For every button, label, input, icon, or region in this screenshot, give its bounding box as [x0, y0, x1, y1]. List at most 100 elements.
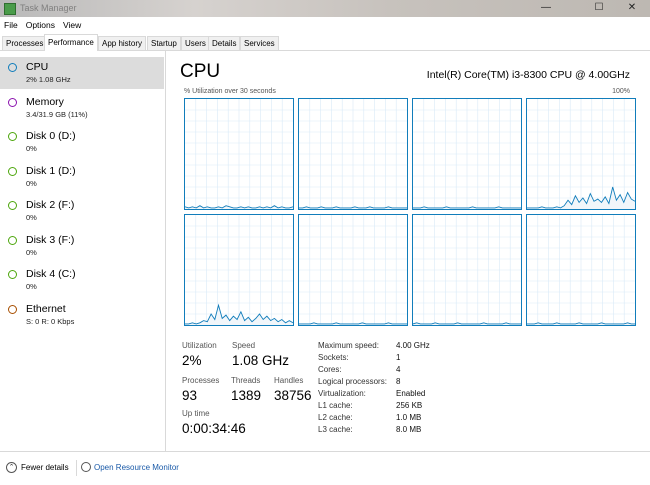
cpu-core-graph-svg — [299, 99, 407, 209]
sidebar-item-label: Disk 2 (F:) — [26, 199, 75, 211]
cpu-core-graph-svg — [413, 215, 521, 325]
cpu-core-graph-svg — [413, 99, 521, 209]
graph-caption: % Utilization over 30 seconds — [184, 88, 276, 95]
sidebar-item-label: CPU — [26, 61, 49, 73]
tab-services[interactable]: Services — [240, 36, 279, 50]
sidebar-item-value: 2% 1.08 GHz — [26, 75, 71, 84]
sidebar-item-value: 0% — [26, 248, 37, 257]
l2-cache-label: L2 cache: — [318, 413, 353, 422]
sidebar-item-disk-1[interactable]: Disk 1 (D:) 0% — [0, 161, 164, 193]
sidebar-item-disk-3[interactable]: Disk 3 (F:) 0% — [0, 230, 164, 262]
max-speed-label: Maximum speed: — [318, 341, 379, 350]
virtualization-value: Enabled — [396, 389, 426, 398]
window-title: Task Manager — [20, 3, 77, 13]
minimize-button[interactable]: — — [531, 0, 561, 17]
uptime-value: 0:00:34:46 — [182, 421, 246, 436]
handles-label: Handles — [274, 376, 304, 385]
sidebar-item-label: Ethernet — [26, 303, 66, 315]
resource-sidebar: CPU 2% 1.08 GHz Memory 3.4/31.9 GB (11%)… — [0, 51, 166, 451]
tab-details[interactable]: Details — [208, 36, 241, 50]
sockets-label: Sockets: — [318, 353, 349, 362]
menu-view[interactable]: View — [59, 17, 85, 30]
chevron-up-icon[interactable]: ⌃ — [6, 462, 17, 473]
uptime-label: Up time — [182, 409, 210, 418]
sidebar-item-cpu[interactable]: CPU 2% 1.08 GHz — [0, 57, 164, 89]
cores-label: Cores: — [318, 365, 342, 374]
cpu-core-graph-6 — [412, 214, 522, 326]
page-title: CPU — [180, 61, 221, 82]
cpu-core-graph-svg — [527, 215, 635, 325]
cpu-core-graph-svg — [185, 99, 293, 209]
logical-processors-value: 8 — [396, 377, 401, 386]
utilization-value: 2% — [182, 353, 202, 368]
logical-processors-label: Logical processors: — [318, 377, 387, 386]
graph-max-label: 100% — [612, 88, 630, 95]
disk-circle-icon — [8, 167, 17, 176]
threads-value: 1389 — [231, 388, 262, 403]
processes-label: Processes — [182, 376, 220, 385]
max-speed-value: 4.00 GHz — [396, 341, 430, 350]
cpu-core-graph-svg — [527, 99, 635, 209]
sidebar-item-label: Disk 0 (D:) — [26, 130, 76, 142]
tab-performance[interactable]: Performance — [44, 34, 98, 51]
l2-cache-value: 1.0 MB — [396, 413, 422, 422]
sidebar-item-value: 0% — [26, 282, 37, 291]
cores-value: 4 — [396, 365, 401, 374]
footer-bar: ⌃ Fewer details Open Resource Monitor — [0, 451, 650, 485]
sidebar-item-disk-4[interactable]: Disk 4 (C:) 0% — [0, 264, 164, 296]
utilization-line — [527, 322, 635, 325]
resource-monitor-icon — [81, 462, 91, 472]
sidebar-item-ethernet[interactable]: Ethernet S: 0 R: 0 Kbps — [0, 299, 164, 331]
tab-startup[interactable]: Startup — [147, 36, 181, 50]
cpu-core-graph-svg — [185, 215, 293, 325]
cpu-core-graph-3 — [526, 98, 636, 210]
cpu-core-graph-7 — [526, 214, 636, 326]
disk-circle-icon — [8, 270, 17, 279]
menu-file[interactable]: File — [0, 17, 22, 30]
sidebar-item-value: S: 0 R: 0 Kbps — [26, 317, 75, 326]
cpu-detail-panel: CPU Intel(R) Core(TM) i3-8300 CPU @ 4.00… — [166, 51, 650, 451]
sidebar-item-value: 0% — [26, 179, 37, 188]
menu-options[interactable]: Options — [22, 17, 59, 30]
footer-divider — [76, 460, 77, 476]
cpu-core-graph-1 — [298, 98, 408, 210]
disk-circle-icon — [8, 132, 17, 141]
utilization-line — [299, 206, 407, 209]
tab-processes[interactable]: Processes — [2, 36, 48, 50]
title-bar: Task Manager — ☐ ✕ — [0, 0, 650, 17]
sidebar-item-memory[interactable]: Memory 3.4/31.9 GB (11%) — [0, 92, 164, 124]
l1-cache-label: L1 cache: — [318, 401, 353, 410]
ethernet-circle-icon — [8, 305, 17, 314]
tab-bar: Processes Performance App history Startu… — [0, 34, 650, 51]
cpu-core-graph-5 — [298, 214, 408, 326]
cpu-model-name: Intel(R) Core(TM) i3-8300 CPU @ 4.00GHz — [426, 69, 630, 81]
l3-cache-label: L3 cache: — [318, 425, 353, 434]
tab-users[interactable]: Users — [181, 36, 210, 50]
cpu-core-graph-4 — [184, 214, 294, 326]
menu-bar: File Options View — [0, 17, 650, 33]
sidebar-item-value: 0% — [26, 213, 37, 222]
sidebar-item-value: 0% — [26, 144, 37, 153]
sidebar-item-disk-0[interactable]: Disk 0 (D:) 0% — [0, 126, 164, 158]
fewer-details-button[interactable]: Fewer details — [21, 463, 69, 472]
sidebar-item-label: Disk 3 (F:) — [26, 234, 75, 246]
l1-cache-value: 256 KB — [396, 401, 423, 410]
speed-value: 1.08 GHz — [232, 353, 290, 368]
speed-label: Speed — [232, 341, 256, 350]
close-button[interactable]: ✕ — [617, 0, 647, 17]
cpu-core-graph-0 — [184, 98, 294, 210]
virtualization-label: Virtualization: — [318, 389, 366, 398]
l3-cache-value: 8.0 MB — [396, 425, 422, 434]
tab-app-history[interactable]: App history — [98, 36, 147, 50]
sidebar-item-disk-2[interactable]: Disk 2 (F:) 0% — [0, 195, 164, 227]
processes-value: 93 — [182, 388, 198, 403]
maximize-button[interactable]: ☐ — [584, 0, 614, 17]
sidebar-item-label: Disk 1 (D:) — [26, 165, 76, 177]
disk-circle-icon — [8, 201, 17, 210]
sidebar-item-label: Memory — [26, 96, 64, 108]
sidebar-item-label: Disk 4 (C:) — [26, 268, 76, 280]
open-resource-monitor-link[interactable]: Open Resource Monitor — [94, 463, 179, 472]
cpu-circle-icon — [8, 63, 17, 72]
task-manager-icon — [4, 3, 16, 15]
sockets-value: 1 — [396, 353, 401, 362]
